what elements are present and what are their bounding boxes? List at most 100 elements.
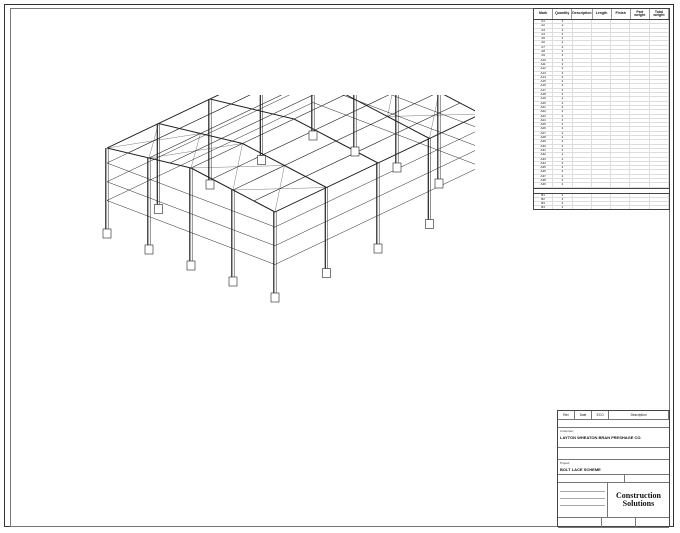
bom-cell (630, 123, 650, 127)
footing (144, 244, 154, 255)
frame-members (106, 95, 475, 265)
bom-cell (611, 67, 631, 71)
bom-cell: 4 (553, 202, 573, 206)
bom-cell (592, 161, 612, 166)
bom-cell (630, 93, 650, 97)
bom-cell (592, 140, 612, 144)
bom-cell (592, 183, 612, 187)
bom-cell (611, 206, 631, 209)
footing (425, 219, 434, 229)
bom-cell (611, 148, 631, 153)
bom-cell: 4 (553, 105, 573, 110)
bom-cell (650, 157, 669, 161)
bom-cell (592, 80, 612, 84)
bom-cell (630, 114, 650, 118)
bom-cell (650, 41, 669, 45)
bom-cell (630, 166, 650, 170)
bom-cell (650, 153, 669, 157)
bom-cell (592, 32, 612, 37)
bom-cell (630, 178, 650, 183)
bom-cell (630, 58, 650, 62)
bom-cell: 4 (553, 101, 573, 105)
drawn-by-cells (558, 483, 608, 517)
bom-cell: B4 (534, 206, 554, 209)
bom-cell (650, 174, 669, 178)
bom-cell: 4 (553, 37, 573, 41)
bom-cell (630, 67, 650, 71)
eave-strut (106, 95, 220, 149)
bom-cell (611, 110, 631, 114)
bom-cell: 2 (553, 45, 573, 50)
bom-cell (611, 24, 631, 28)
revision-header-cell: Date (575, 411, 593, 419)
bom-cell: 4 (553, 71, 573, 75)
bom-cell (611, 32, 631, 37)
bom-cell: A16 (534, 84, 554, 88)
bom-cell (573, 93, 592, 97)
bom-cell (592, 88, 612, 93)
bom-cell (650, 67, 669, 71)
bom-cell (573, 153, 592, 157)
bom-cell (573, 45, 592, 50)
bom-cell: 2 (553, 110, 573, 114)
bom-cell (630, 84, 650, 88)
bom-cell (650, 24, 669, 28)
bom-header-cell: Total weight (650, 9, 669, 19)
bom-cell: A2 (534, 24, 554, 28)
bom-cell (592, 206, 612, 209)
bom-cell (650, 32, 669, 37)
bom-cell: A13 (534, 71, 554, 75)
bom-cell (630, 62, 650, 67)
bom-cell: A22 (534, 110, 554, 114)
bom-cell (611, 202, 631, 206)
bom-cell (611, 131, 631, 136)
bom-cell (573, 206, 592, 209)
bom-cell (611, 123, 631, 127)
bom-cell: A10 (534, 58, 554, 62)
footing (102, 228, 112, 239)
bom-cell (592, 50, 612, 54)
project-section: Project: BOLT LACE SCHEME (558, 460, 669, 475)
bom-cell (611, 93, 631, 97)
bom-cell (650, 54, 669, 58)
bom-cell: 4 (553, 157, 573, 161)
bom-cell (630, 157, 650, 161)
bom-cell (650, 114, 669, 118)
bom-cell (592, 105, 612, 110)
end-girt (106, 200, 276, 265)
end-girt (106, 162, 276, 228)
bom-cell: A26 (534, 127, 554, 131)
footing (308, 130, 318, 141)
bom-cell: 2 (553, 174, 573, 178)
bom-cell (650, 118, 669, 123)
bom-cell (611, 105, 631, 110)
bom-cell (592, 54, 612, 58)
footing (373, 243, 383, 254)
bom-cell (573, 32, 592, 37)
bom-cell: B3 (534, 202, 554, 206)
bom-cell: 4 (553, 123, 573, 127)
bom-cell (650, 127, 669, 131)
bom-cell (592, 118, 612, 123)
bom-cell (611, 88, 631, 93)
bom-cell (650, 123, 669, 127)
bom-cell (573, 118, 592, 123)
bom-cell (592, 127, 612, 131)
bom-cell (573, 174, 592, 178)
bom-cell (630, 170, 650, 174)
bom-cell (573, 101, 592, 105)
bom-cell: A11 (534, 62, 554, 67)
bom-cell (573, 193, 592, 197)
customer-section: Customer: LAYTON WHEATON BRAN FRESHAGE C… (558, 428, 669, 448)
bom-cell (573, 88, 592, 93)
bom-cell (630, 50, 650, 54)
bom-cell (630, 144, 650, 148)
bom-cell (611, 114, 631, 118)
bom-cell: 2 (553, 206, 573, 209)
footing (322, 268, 331, 278)
bom-cell (611, 50, 631, 54)
bom-cell: A20 (534, 101, 554, 105)
bom-cell (573, 148, 592, 153)
bom-cell (650, 88, 669, 93)
bom-cell: 2 (553, 178, 573, 183)
